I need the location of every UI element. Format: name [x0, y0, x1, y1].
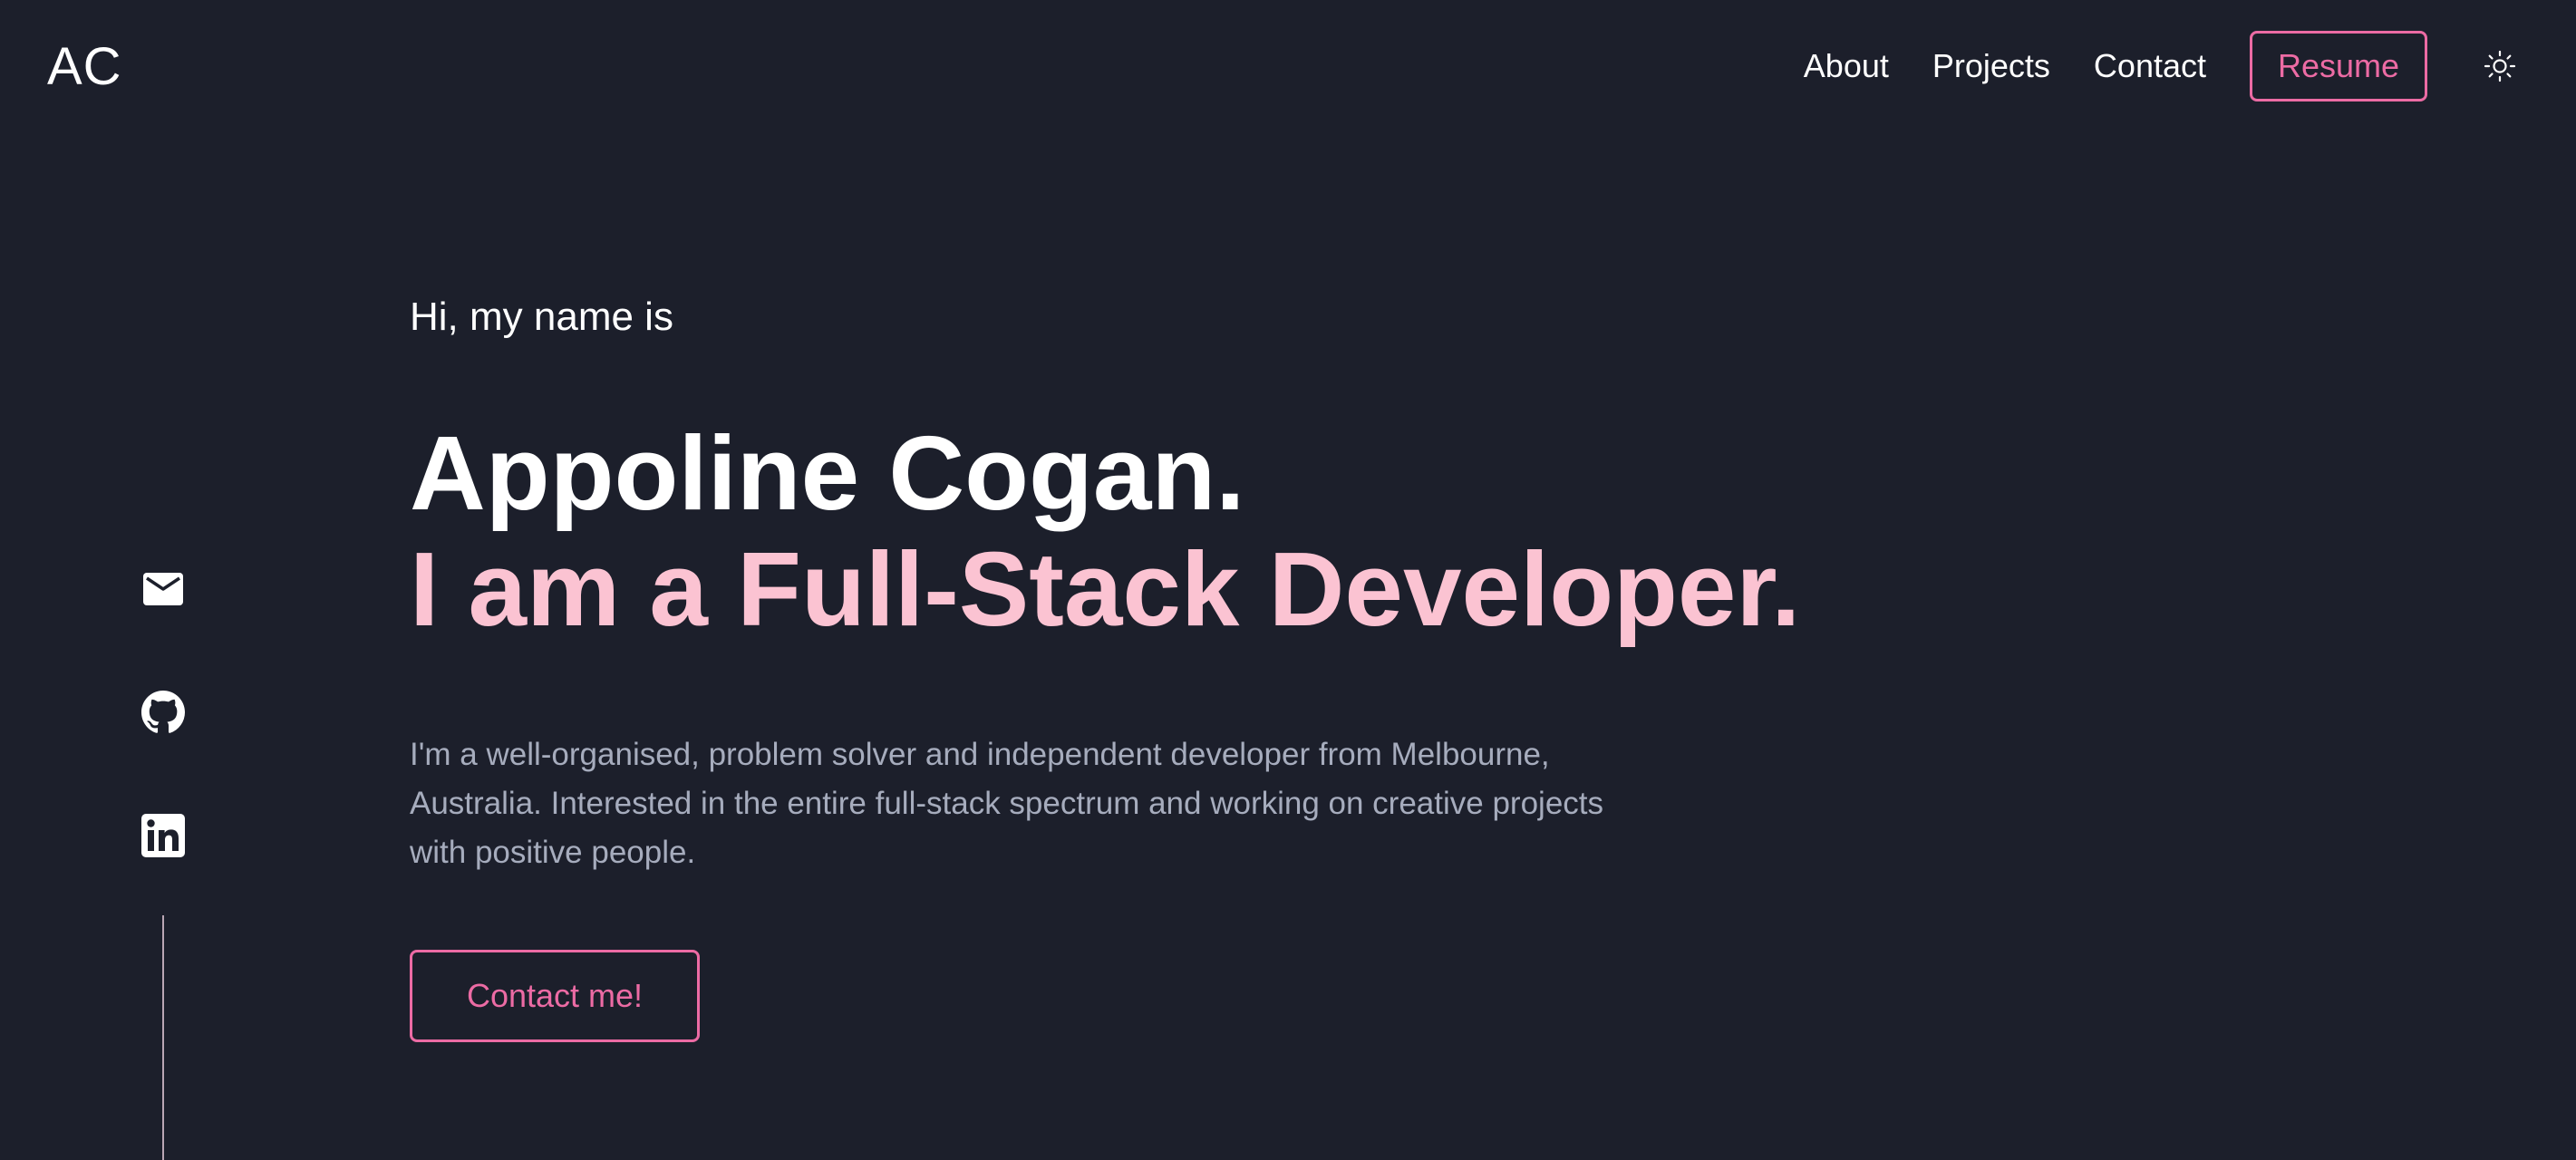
mail-icon: [143, 573, 183, 605]
nav-link-projects[interactable]: Projects: [1932, 47, 2050, 85]
main-nav: About Projects Contact Resume: [1804, 30, 2522, 102]
email-link[interactable]: [136, 562, 190, 616]
hero-bio: I'm a well-organised, problem solver and…: [410, 737, 1604, 870]
resume-button[interactable]: Resume: [2250, 31, 2427, 102]
linkedin-icon: [141, 814, 185, 857]
nav-link-contact[interactable]: Contact: [2094, 47, 2206, 85]
github-icon: [141, 691, 185, 733]
hero-greeting: Hi, my name is: [410, 295, 673, 339]
contact-me-button[interactable]: Contact me!: [410, 950, 700, 1042]
hero-section: Hi, my name is Appoline Cogan. I am a Fu…: [410, 290, 2132, 1042]
github-link[interactable]: [136, 685, 190, 740]
nav-link-about[interactable]: About: [1804, 47, 1889, 85]
linkedin-link[interactable]: [136, 808, 190, 863]
social-divider-line: [162, 915, 164, 1160]
hero-name: Appoline Cogan.: [410, 414, 1245, 532]
hero-role: I am a Full-Stack Developer.: [410, 530, 1801, 648]
theme-toggle-button[interactable]: [2478, 44, 2522, 88]
site-logo[interactable]: AC: [47, 38, 122, 96]
sun-icon: [2484, 50, 2516, 82]
